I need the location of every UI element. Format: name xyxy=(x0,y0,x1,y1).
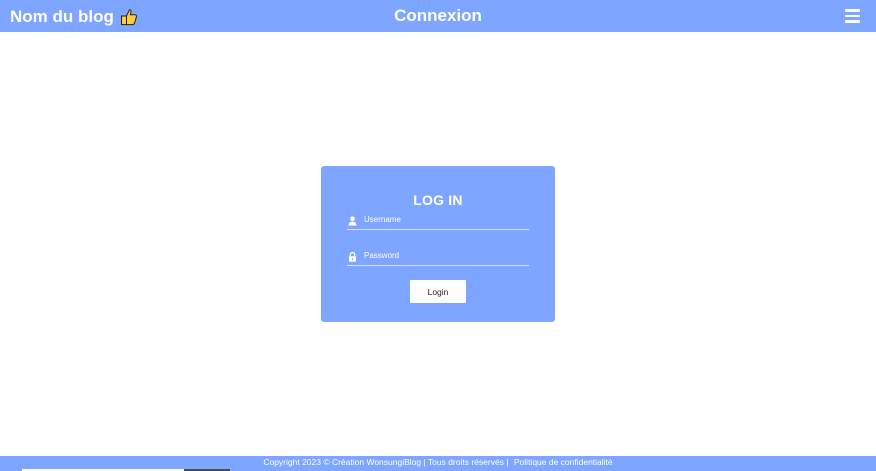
hamburger-menu-icon[interactable] xyxy=(845,8,860,23)
privacy-policy-link[interactable]: Politique de confidentialité xyxy=(514,457,613,467)
thumbs-up-icon xyxy=(120,8,138,26)
password-input[interactable] xyxy=(364,248,524,263)
top-header: Nom du blog Connexion xyxy=(0,0,876,32)
blog-brand-link[interactable]: Nom du blog xyxy=(10,6,138,28)
login-card: LOG IN Login xyxy=(321,166,555,322)
footer-text: Copyright 2023 © Création WonsungiBlog |… xyxy=(0,457,876,467)
blog-title: Nom du blog xyxy=(10,7,114,26)
login-heading: LOG IN xyxy=(413,192,463,208)
user-icon xyxy=(348,213,357,226)
password-field xyxy=(347,248,529,266)
username-input[interactable] xyxy=(364,212,524,227)
username-field xyxy=(347,212,529,230)
footer: Copyright 2023 © Création WonsungiBlog |… xyxy=(0,456,876,471)
login-button[interactable]: Login xyxy=(410,280,466,303)
lock-icon xyxy=(348,249,357,262)
copyright-text: Copyright 2023 © Création WonsungiBlog |… xyxy=(263,457,509,467)
